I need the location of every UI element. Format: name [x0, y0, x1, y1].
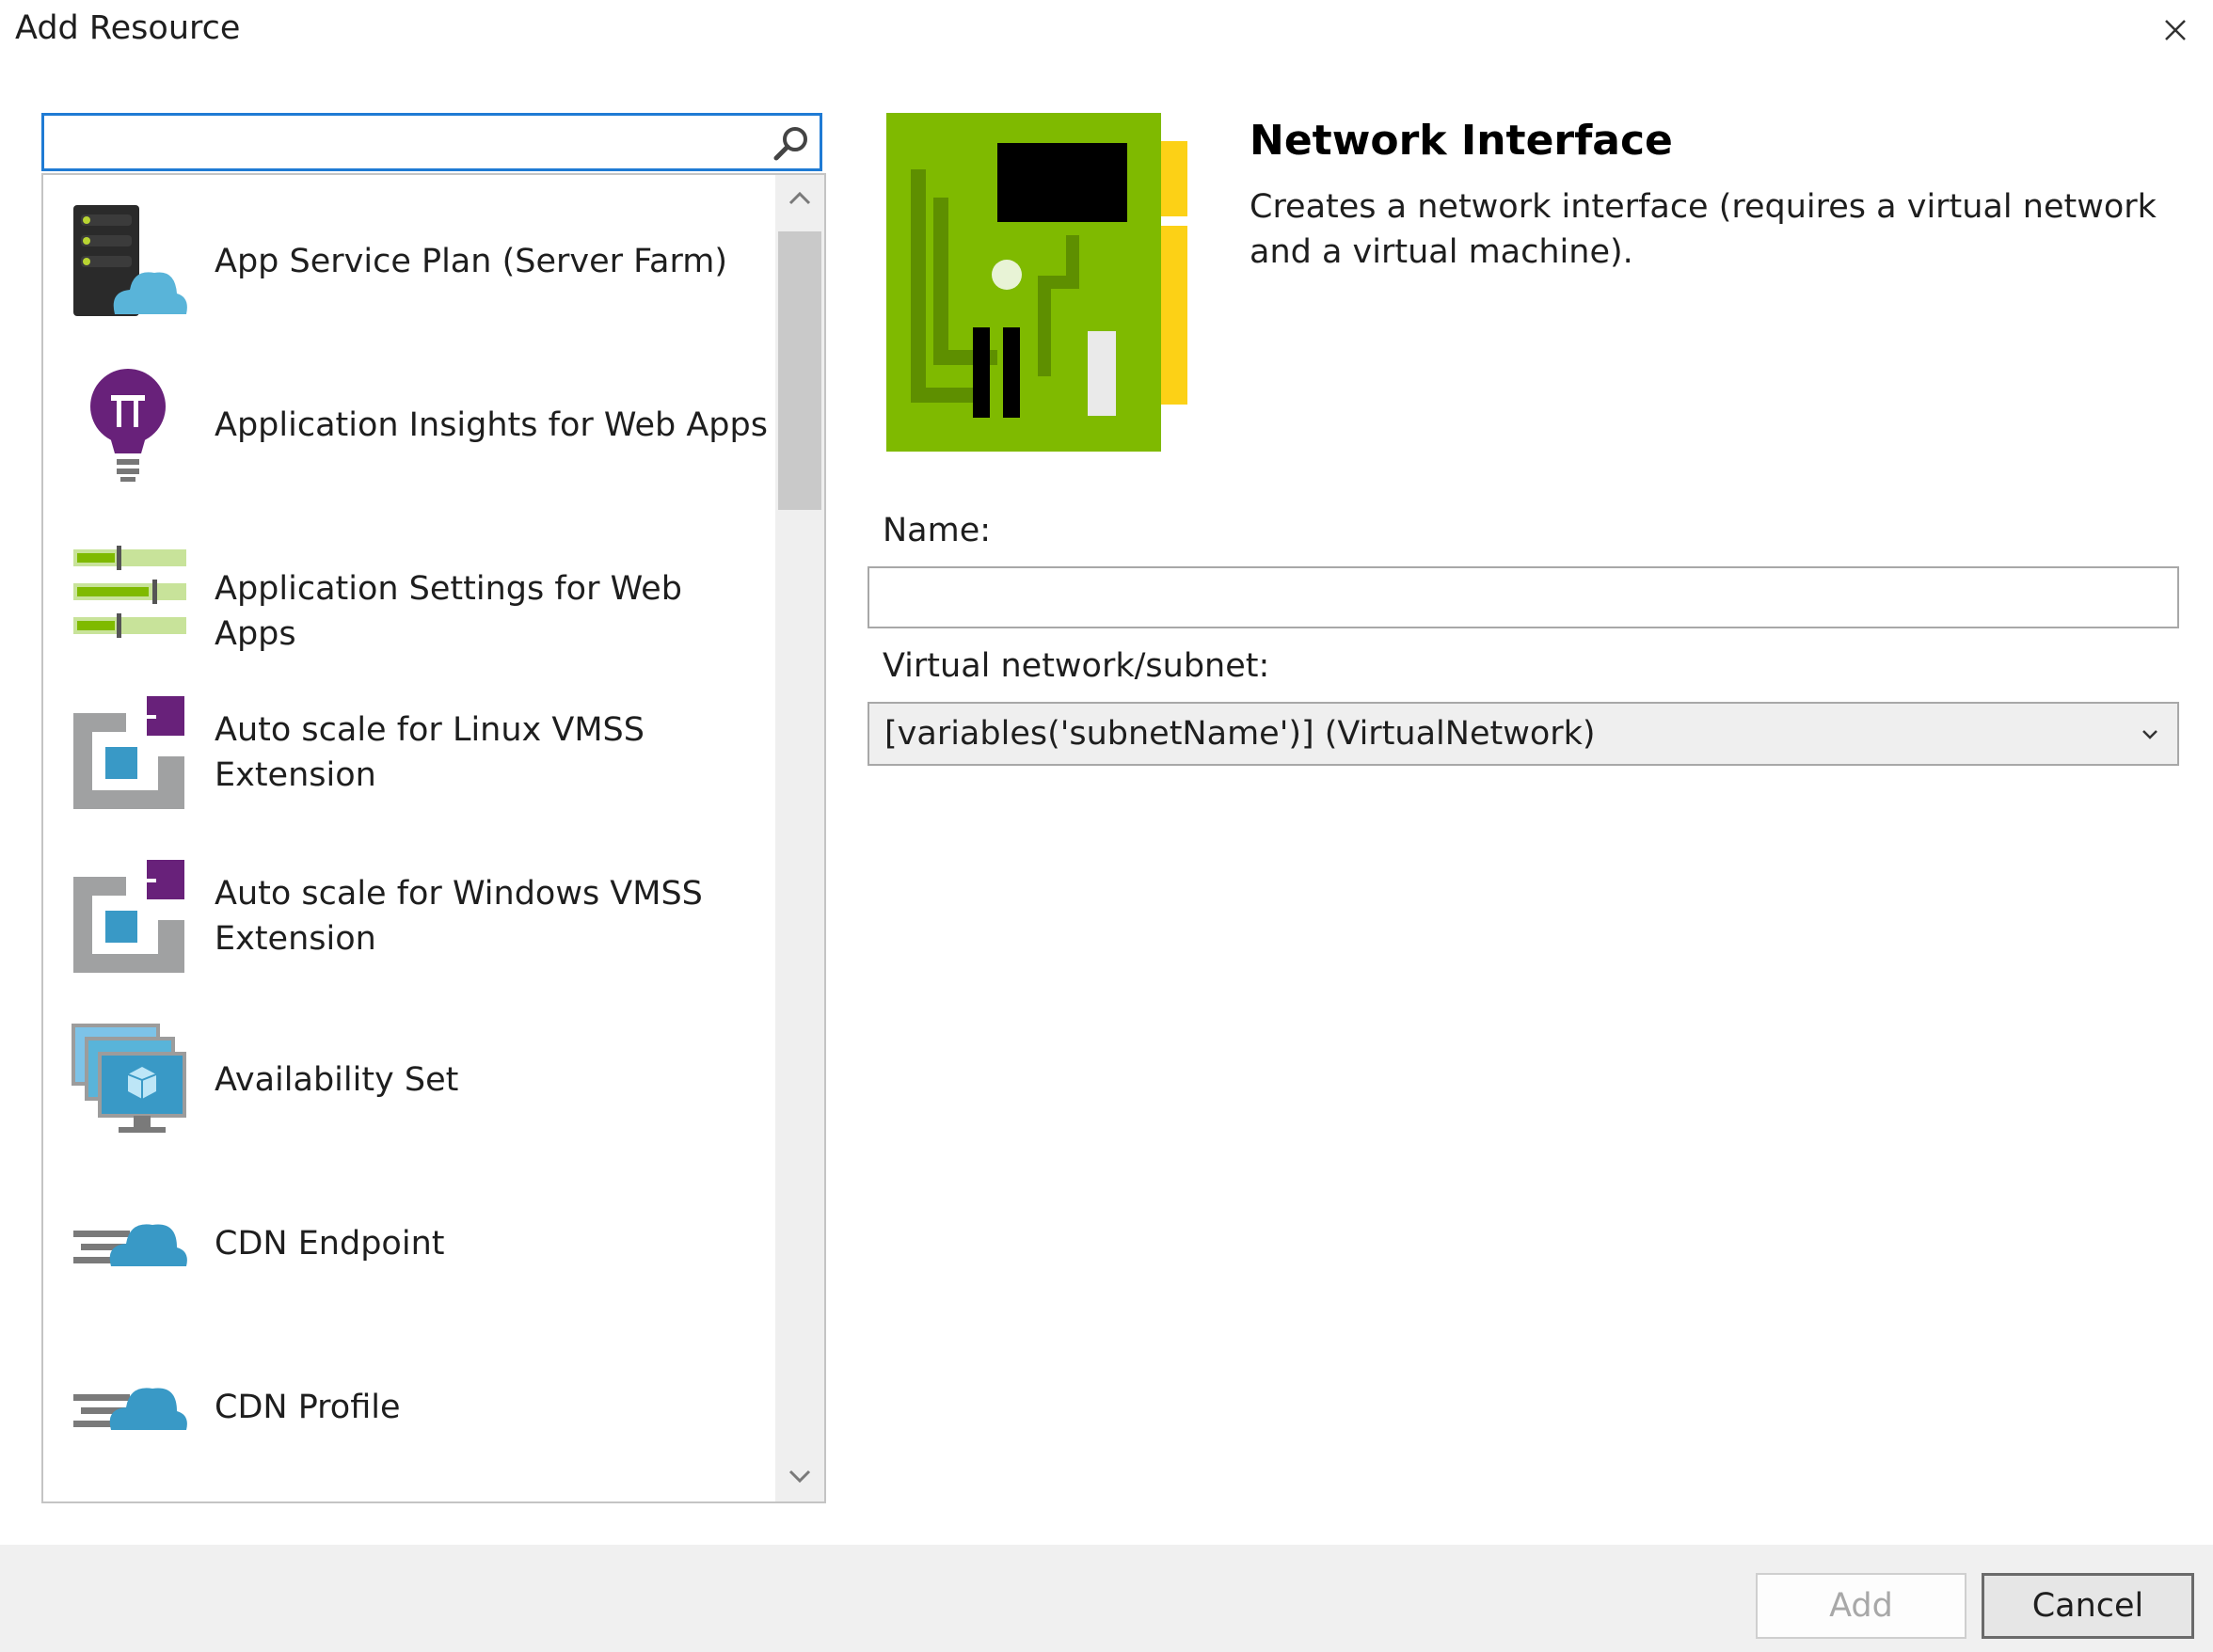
list-item[interactable]: CDN Profile: [43, 1349, 772, 1466]
list-item-label: CDN Endpoint: [215, 1225, 445, 1263]
list-item-label: Application Settings for Web Apps: [215, 570, 682, 653]
list-scrollbar[interactable]: [775, 175, 824, 1501]
search-input[interactable]: [54, 121, 772, 165]
network-card-icon: [886, 113, 1187, 452]
dialog-title: Add Resource: [15, 9, 241, 47]
add-button[interactable]: Add: [1756, 1573, 1966, 1639]
list-item-label: Auto scale for Linux VMSS Extension: [215, 711, 645, 794]
list-item[interactable]: Auto scale for Linux VMSS Extension: [43, 694, 772, 811]
list-item[interactable]: Application Settings for Web Apps: [43, 531, 772, 653]
close-button[interactable]: [2155, 9, 2196, 51]
list-item[interactable]: Availability Set: [43, 1022, 772, 1138]
server-farm-icon: [73, 205, 187, 316]
list-item[interactable]: CDN Endpoint: [43, 1185, 772, 1302]
subnet-label: Virtual network/subnet:: [883, 647, 1270, 685]
subnet-selected-value: [variables('subnetName')] (VirtualNetwor…: [884, 715, 1596, 753]
lightbulb-icon: [90, 369, 166, 482]
detail-description: Creates a network interface (requires a …: [1250, 188, 2157, 271]
scrollbar-thumb[interactable]: [778, 231, 821, 510]
chevron-up-icon: [788, 191, 811, 205]
list-item-label: CDN Profile: [215, 1389, 401, 1426]
availability-set-icon: [72, 1024, 186, 1133]
name-label: Name:: [883, 512, 992, 549]
chevron-down-icon: [2142, 730, 2157, 739]
list-item-label: Availability Set: [215, 1061, 459, 1099]
autoscale-icon: [73, 696, 184, 809]
search-icon[interactable]: [771, 123, 812, 165]
name-input[interactable]: [868, 566, 2179, 628]
detail-title: Network Interface: [1250, 117, 1673, 165]
list-item[interactable]: App Service Plan (Server Farm): [43, 203, 772, 320]
scroll-down-button[interactable]: [775, 1453, 824, 1501]
subnet-select[interactable]: [variables('subnetName')] (VirtualNetwor…: [868, 702, 2179, 766]
sliders-icon: [73, 546, 186, 638]
close-icon: [2165, 20, 2186, 40]
resource-list[interactable]: App Service Plan (Server Farm) Applicati…: [41, 173, 826, 1503]
search-box[interactable]: [41, 113, 822, 171]
list-item[interactable]: Application Insights for Web Apps: [43, 367, 772, 484]
list-item-label: App Service Plan (Server Farm): [215, 243, 728, 280]
autoscale-icon: [73, 860, 184, 973]
chevron-down-icon: [788, 1469, 811, 1484]
list-item[interactable]: Auto scale for Windows VMSS Extension: [43, 858, 772, 975]
cancel-button[interactable]: Cancel: [1982, 1573, 2194, 1639]
list-item-label: Application Insights for Web Apps: [215, 406, 768, 444]
dialog-footer: Add Cancel: [0, 1545, 2213, 1652]
list-item-label: Auto scale for Windows VMSS Extension: [215, 875, 703, 958]
scroll-up-button[interactable]: [775, 175, 824, 224]
cdn-cloud-icon: [73, 1388, 187, 1430]
cdn-cloud-icon: [73, 1224, 187, 1266]
